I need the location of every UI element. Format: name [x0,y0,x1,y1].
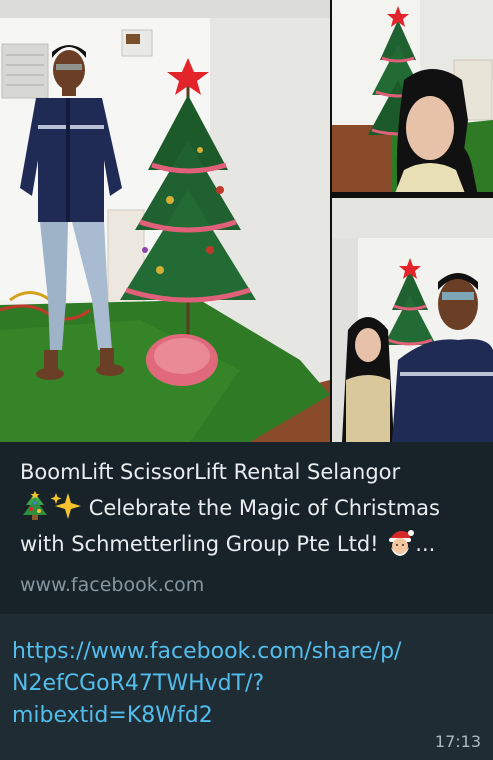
link-line-1[interactable]: https://www.facebook.com/share/p/ [12,639,401,664]
link-line-2[interactable]: N2efCGoR47TWHvdT/? [12,671,264,696]
title-line-2-text: Celebrate the Magic of Christmas [88,496,440,520]
preview-domain: www.facebook.com [20,574,205,596]
message-bubble[interactable]: BoomLift ScissorLift Rental Selangor Cel… [0,0,493,760]
photo-woman-selfie [332,0,493,196]
title-line-3-text: with Schmetterling Group Pte Ltd! [20,532,379,556]
title-line-3: with Schmetterling Group Pte Ltd! ... [20,526,480,562]
preview-title: BoomLift ScissorLift Rental Selangor Cel… [20,454,480,562]
title-line-2: Celebrate the Magic of Christmas [20,490,480,526]
title-ellipsis: ... [415,532,436,556]
photo-man-with-tree [0,0,330,442]
title-line-1: BoomLift ScissorLift Rental Selangor [20,460,401,484]
sparkles-icon [50,493,81,519]
message-timestamp: 17:13 [434,732,481,751]
christmas-tree-icon [23,491,47,520]
preview-image-collage[interactable] [0,0,493,442]
message-link[interactable]: https://www.facebook.com/share/p/ N2efCG… [12,636,482,732]
link-preview-card[interactable]: BoomLift ScissorLift Rental Selangor Cel… [0,0,493,614]
photo-duo-selfie [332,196,493,442]
santa-icon [389,530,415,556]
link-line-3[interactable]: mibextid=K8Wfd2 [12,703,213,728]
